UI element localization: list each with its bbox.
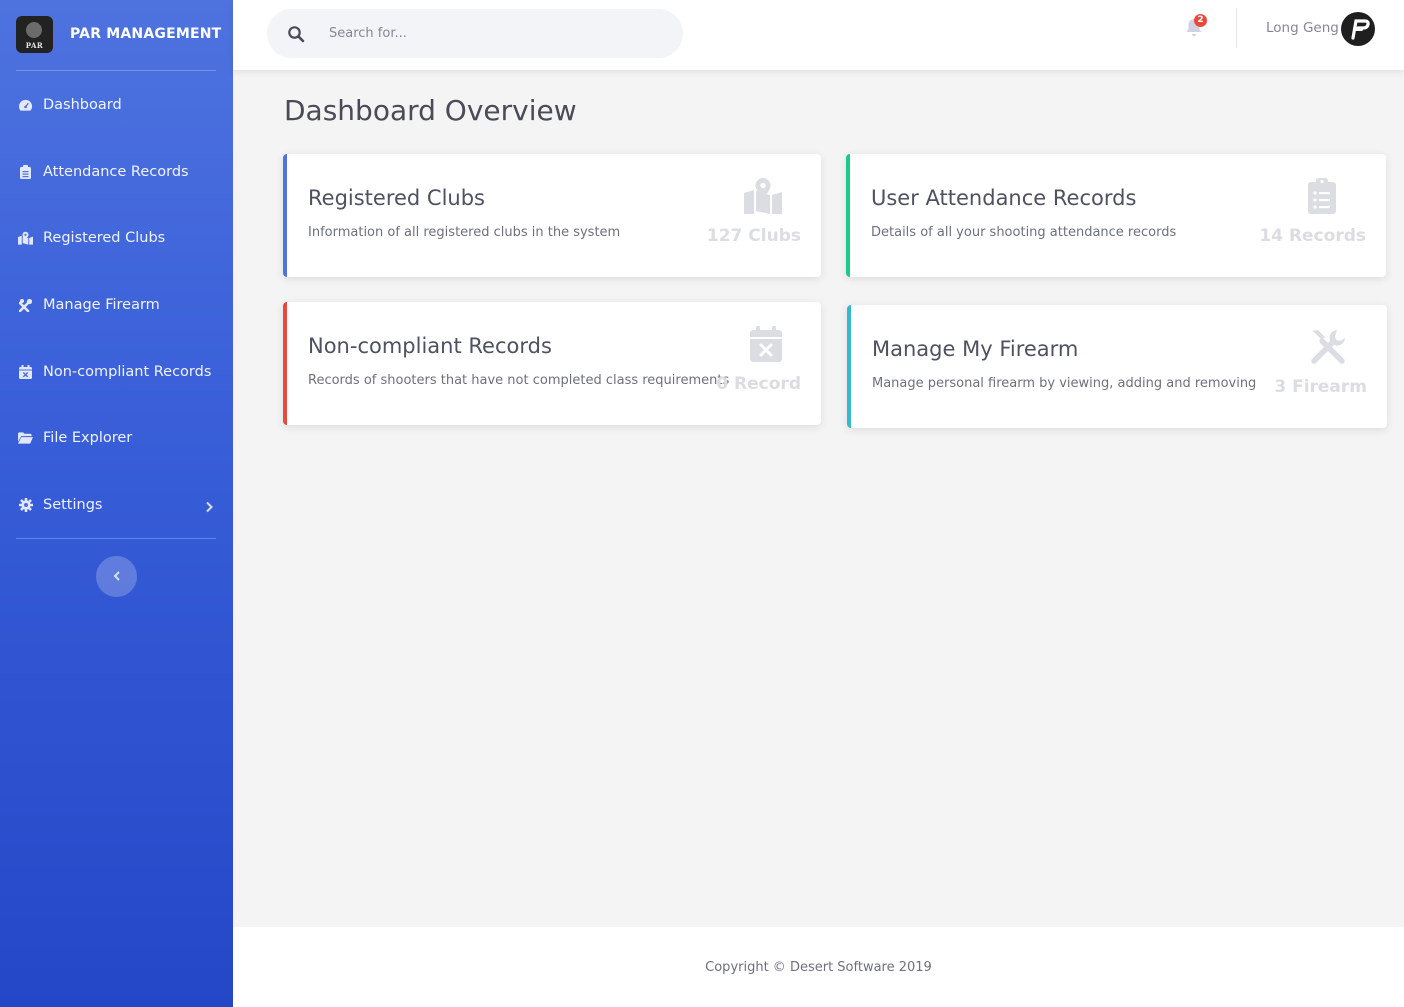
card-accent xyxy=(283,154,287,277)
calendar-times-icon xyxy=(750,326,790,364)
card-count: 0 Record xyxy=(716,374,801,394)
card-title: Registered Clubs xyxy=(308,186,486,210)
sidebar-item-manage-firearm[interactable]: Manage Firearm xyxy=(0,285,233,325)
brand-name: PAR MANAGEMENT xyxy=(70,26,222,42)
sidebar-item-label: File Explorer xyxy=(43,430,133,446)
card-title: Non-compliant Records xyxy=(308,334,552,358)
card-accent xyxy=(846,154,850,277)
sidebar-item-label: Settings xyxy=(43,497,103,513)
user-name[interactable]: Long Geng xyxy=(1266,20,1339,36)
search-bar xyxy=(267,9,683,58)
sidebar-item-registered-clubs[interactable]: Registered Clubs xyxy=(0,218,233,258)
card-non-compliant-records[interactable]: Non-compliant Records Records of shooter… xyxy=(283,302,821,425)
card-count: 14 Records xyxy=(1259,226,1366,246)
footer: Copyright © Desert Software 2019 xyxy=(233,927,1404,1007)
search-input[interactable] xyxy=(329,26,649,41)
card-registered-clubs[interactable]: Registered Clubs Information of all regi… xyxy=(283,154,821,277)
sidebar-item-dashboard[interactable]: Dashboard xyxy=(0,85,233,125)
card-title: Manage My Firearm xyxy=(872,337,1079,361)
topbar: 2 Long Geng xyxy=(233,0,1404,70)
card-manage-my-firearm[interactable]: Manage My Firearm Manage personal firear… xyxy=(847,305,1387,428)
sidebar-item-label: Non-compliant Records xyxy=(43,364,212,380)
card-description: Records of shooters that have not comple… xyxy=(308,373,730,388)
clipboard-list-icon xyxy=(1308,178,1348,216)
alerts-badge: 2 xyxy=(1194,14,1207,27)
clipboard-icon xyxy=(18,165,33,180)
chevron-right-icon xyxy=(205,498,213,517)
card-description: Details of all your shooting attendance … xyxy=(871,225,1177,240)
sidebar-item-label: Dashboard xyxy=(43,97,122,113)
card-accent xyxy=(283,302,287,425)
calendar-times-icon xyxy=(18,365,33,380)
sidebar: PAR PAR MANAGEMENT Dashboard Attendance … xyxy=(0,0,233,1007)
card-count: 127 Clubs xyxy=(706,226,801,246)
sidebar-item-non-compliant-records[interactable]: Non-compliant Records xyxy=(0,352,233,392)
sidebar-divider xyxy=(16,70,216,71)
sidebar-item-attendance-records[interactable]: Attendance Records xyxy=(0,152,233,192)
sidebar-item-label: Registered Clubs xyxy=(43,230,166,246)
copyright-text: Copyright © Desert Software 2019 xyxy=(705,960,932,975)
card-description: Information of all registered clubs in t… xyxy=(308,225,621,240)
map-marked-icon xyxy=(18,231,33,246)
chevron-left-icon xyxy=(113,567,121,586)
card-title: User Attendance Records xyxy=(871,186,1137,210)
sidebar-item-label: Attendance Records xyxy=(43,164,189,180)
brand[interactable]: PAR PAR MANAGEMENT xyxy=(16,14,221,54)
map-marked-icon xyxy=(743,178,783,216)
tools-icon xyxy=(1310,329,1350,367)
logo-emblem xyxy=(26,21,42,38)
brand-logo: PAR xyxy=(16,15,53,53)
card-count: 3 Firearm xyxy=(1274,377,1367,397)
card-description: Manage personal firearm by viewing, addi… xyxy=(872,376,1257,391)
card-user-attendance-records[interactable]: User Attendance Records Details of all y… xyxy=(846,154,1386,277)
sidebar-item-label: Manage Firearm xyxy=(43,297,160,313)
folder-open-icon xyxy=(18,431,33,446)
tachometer-icon xyxy=(18,98,33,113)
cog-icon xyxy=(18,498,33,513)
avatar[interactable] xyxy=(1341,12,1375,46)
sidebar-item-settings[interactable]: Settings xyxy=(0,485,233,525)
tools-icon xyxy=(18,298,33,313)
sidebar-item-file-explorer[interactable]: File Explorer xyxy=(0,418,233,458)
page-title: Dashboard Overview xyxy=(284,94,577,127)
search-icon[interactable] xyxy=(287,25,305,43)
sidebar-divider xyxy=(16,538,216,539)
topbar-divider xyxy=(1236,8,1237,48)
sidebar-toggle-button[interactable] xyxy=(96,556,137,597)
logo-text: PAR xyxy=(25,40,44,50)
card-accent xyxy=(847,305,851,428)
